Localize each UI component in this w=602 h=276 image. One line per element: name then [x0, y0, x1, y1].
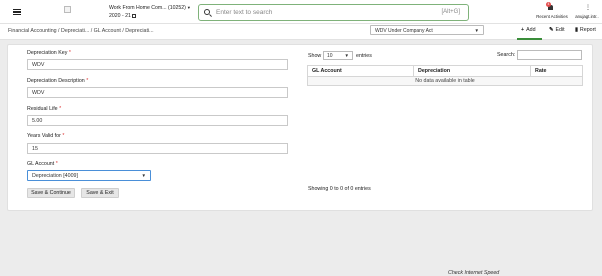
company-name: Work From Home Com... (10252)	[109, 5, 186, 11]
breadcrumb[interactable]: Financial Accounting / Depreciati... / G…	[8, 28, 154, 34]
search-shortcut: [Alt+G]	[441, 9, 460, 15]
column-header[interactable]: Depreciation	[413, 65, 531, 77]
recent-count-badge: 4	[546, 2, 551, 7]
user-menu[interactable]: ⋮ anujagt.intr..	[573, 2, 601, 22]
field-value: WDV	[32, 90, 45, 96]
save-exit-button[interactable]: Save & Exit	[81, 188, 119, 198]
add-label: Add	[526, 27, 536, 33]
depreciation-key-field[interactable]: WDV	[27, 59, 288, 70]
more-vertical-icon: ⋮	[585, 5, 591, 11]
depreciation-description-label: Depreciation Description *	[27, 78, 89, 84]
search-icon	[204, 9, 210, 15]
document-icon: ▮	[575, 27, 578, 33]
residual-life-label: Residual Life *	[27, 106, 62, 112]
depreciation-description-field[interactable]: WDV	[27, 87, 288, 98]
global-search[interactable]: Enter text to search [Alt+G]	[198, 4, 469, 21]
financial-year: 2020 - 21	[109, 12, 136, 20]
add-button[interactable]: + Add	[521, 27, 536, 33]
menu-icon[interactable]	[13, 9, 21, 16]
table-row: No data available in table	[307, 76, 583, 86]
act-select[interactable]: WDV Under Company Act ▼	[370, 25, 484, 35]
column-header[interactable]: GL Account	[307, 65, 414, 77]
sub-header: Financial Accounting / Depreciati... / G…	[0, 24, 602, 40]
top-header: Work From Home Com... (10252)▼ 2020 - 21…	[0, 0, 602, 24]
act-select-value: WDV Under Company Act	[375, 27, 433, 34]
residual-life-field[interactable]: 5.00	[27, 115, 288, 126]
table-header-row: GL Account Depreciation Rate	[307, 65, 583, 77]
caret-down-icon: ▼	[474, 27, 479, 33]
table-info: Showing 0 to 0 of 0 entries	[308, 186, 371, 192]
entries-label: entries	[356, 53, 372, 59]
gl-account-value: Depreciation [4009]	[32, 173, 78, 179]
column-header[interactable]: Rate	[530, 65, 583, 77]
plus-icon: +	[521, 27, 525, 33]
page-length-select[interactable]: 10 ▼	[323, 51, 353, 60]
report-button[interactable]: ▮ Report	[575, 27, 596, 33]
pencil-icon: ✎	[549, 27, 554, 33]
field-value: 5.00	[32, 118, 43, 124]
field-value: WDV	[32, 62, 45, 68]
recent-activities-button[interactable]: 4 Recent Activities	[534, 2, 570, 22]
caret-down-icon: ▼	[344, 53, 349, 58]
year-label: 2020 - 21	[109, 13, 131, 19]
gl-account-select[interactable]: Depreciation [4009] ▼	[27, 170, 151, 181]
page-length-value: 10	[327, 53, 333, 59]
chevron-down-icon: ▼	[186, 5, 191, 10]
company-logo	[64, 6, 71, 13]
save-continue-button[interactable]: Save & Continue	[27, 188, 75, 198]
data-table: GL Account Depreciation Rate No data ava…	[307, 65, 583, 86]
field-value: 15	[32, 146, 38, 152]
show-label: Show	[308, 53, 322, 59]
recent-activities-label: Recent Activities	[536, 14, 568, 19]
gl-account-label: GL Account *	[27, 161, 58, 167]
report-label: Report	[579, 27, 596, 33]
table-search-label: Search:	[497, 52, 516, 58]
empty-message: No data available in table	[307, 76, 583, 86]
company-selector[interactable]: Work From Home Com... (10252)▼	[109, 4, 191, 12]
years-valid-for-field[interactable]: 15	[27, 143, 288, 154]
caret-down-icon: ▼	[141, 173, 146, 178]
years-valid-for-label: Years Valid for *	[27, 133, 65, 139]
depreciation-key-label: Depreciation Key *	[27, 50, 71, 56]
edit-button[interactable]: ✎ Edit	[549, 27, 565, 33]
search-placeholder: Enter text to search	[216, 9, 273, 16]
user-name: anujagt.intr..	[575, 14, 599, 19]
active-indicator	[517, 38, 542, 40]
check-speed-link[interactable]: Check Internet Speed	[448, 270, 499, 276]
table-search-input[interactable]	[517, 50, 582, 60]
edit-label: Edit	[555, 27, 565, 33]
edit-icon[interactable]	[131, 13, 136, 18]
